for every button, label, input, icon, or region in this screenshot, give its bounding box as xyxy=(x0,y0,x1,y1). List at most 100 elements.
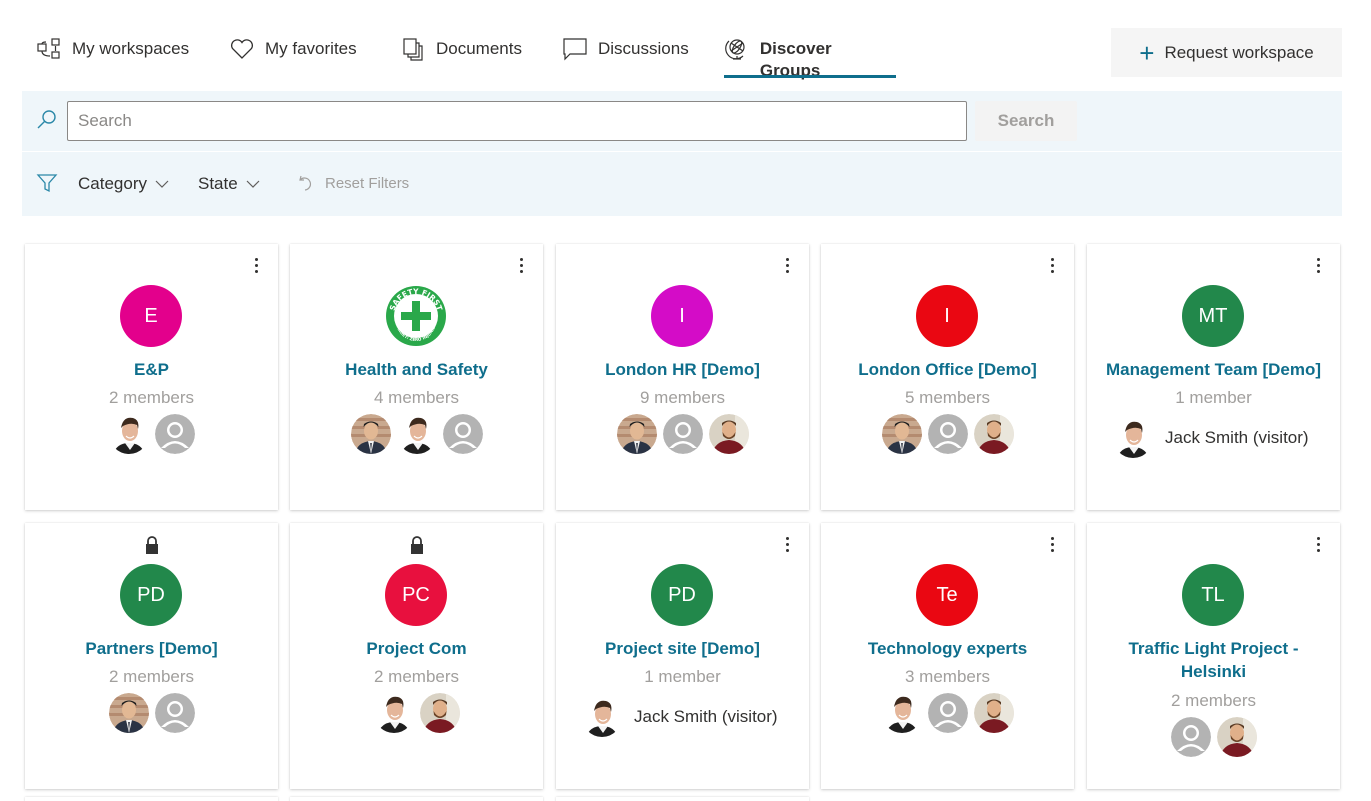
search-button[interactable]: Search xyxy=(975,101,1077,141)
group-card[interactable]: I London Office [Demo] 5 members xyxy=(821,244,1074,510)
more-options-icon xyxy=(1050,257,1054,261)
member-avatar[interactable] xyxy=(881,693,922,733)
nav-tab-discussions[interactable]: Discussions xyxy=(562,38,689,78)
workspaces-icon xyxy=(36,36,62,62)
more-options-icon xyxy=(1050,536,1054,540)
group-title[interactable]: Technology experts xyxy=(829,637,1066,660)
more-options-icon xyxy=(1316,536,1320,540)
group-title[interactable]: London HR [Demo] xyxy=(564,358,801,381)
member-avatar[interactable] xyxy=(708,414,749,454)
group-title[interactable]: Management Team [Demo] xyxy=(1095,358,1332,381)
group-initials: I xyxy=(944,304,950,327)
state-dropdown[interactable]: State xyxy=(198,174,260,194)
member-count: 9 members xyxy=(639,388,726,407)
more-options-icon-dot xyxy=(1316,263,1320,267)
more-options-icon-dot xyxy=(1050,269,1054,273)
group-card[interactable]: PC Project Com 2 members xyxy=(290,523,543,789)
group-initials: PC xyxy=(402,583,430,606)
member-avatar[interactable] xyxy=(973,414,1014,454)
member-avatar[interactable] xyxy=(373,693,414,733)
group-title[interactable]: London Office [Demo] xyxy=(829,358,1066,381)
group-logo[interactable]: Te xyxy=(916,564,978,626)
group-card[interactable]: I London HR [Demo] 9 members xyxy=(556,244,809,510)
nav-tab-discover-groups[interactable]: Discover Groups xyxy=(724,38,896,80)
state-label: State xyxy=(198,174,238,193)
request-workspace-button[interactable]: + Request workspace xyxy=(1111,28,1342,77)
group-logo[interactable]: MT xyxy=(1182,285,1244,347)
member-avatar[interactable] xyxy=(154,693,195,733)
member-avatar[interactable] xyxy=(881,414,922,454)
group-card[interactable]: Te Technology experts 3 members xyxy=(821,523,1074,789)
more-options-button[interactable] xyxy=(1044,254,1060,276)
group-logo[interactable]: SAFETY FIRST TARGET: ZERO INJURIES xyxy=(385,285,447,347)
group-card[interactable]: PD Partners [Demo] 2 members xyxy=(25,523,278,789)
member-avatars xyxy=(1087,717,1340,757)
more-options-button[interactable] xyxy=(779,533,795,555)
group-card[interactable]: SAFETY FIRST TARGET: ZERO INJURIES Health … xyxy=(290,244,543,510)
group-logo[interactable]: PD xyxy=(651,564,713,626)
member-avatar[interactable] xyxy=(350,414,391,454)
member-avatar[interactable] xyxy=(442,414,483,454)
more-options-button[interactable] xyxy=(248,254,264,276)
member-avatars xyxy=(25,414,278,454)
reset-filters-button[interactable]: Reset Filters xyxy=(297,174,409,192)
search-icon xyxy=(36,109,58,131)
member-avatar[interactable] xyxy=(1170,717,1211,757)
member-avatar[interactable] xyxy=(396,414,437,454)
member-avatar[interactable] xyxy=(662,414,703,454)
group-title[interactable]: Project Com xyxy=(298,637,535,660)
group-title[interactable]: Partners [Demo] xyxy=(33,637,270,660)
more-options-button[interactable] xyxy=(1310,533,1326,555)
group-card[interactable]: E E&P 2 members xyxy=(25,244,278,510)
member-avatars xyxy=(556,414,809,454)
group-title[interactable]: Project site [Demo] xyxy=(564,637,801,660)
more-options-button[interactable] xyxy=(1044,533,1060,555)
more-options-button[interactable] xyxy=(1310,254,1326,276)
member-avatar[interactable] xyxy=(582,697,622,737)
group-logo[interactable]: PC xyxy=(385,564,447,626)
member-avatar[interactable] xyxy=(108,693,149,733)
more-options-icon-dot xyxy=(254,269,258,273)
visitor-member[interactable]: Jack Smith (visitor) xyxy=(582,697,778,737)
group-card[interactable]: PD Project site [Demo] 1 member Jack Smith … xyxy=(556,523,809,789)
chevron-down-icon xyxy=(155,180,169,188)
more-options-button[interactable] xyxy=(779,254,795,276)
group-logo[interactable]: TL xyxy=(1182,564,1244,626)
group-title[interactable]: Health and Safety xyxy=(298,358,535,381)
member-avatar[interactable] xyxy=(1113,418,1153,458)
member-avatar[interactable] xyxy=(616,414,657,454)
member-avatar[interactable] xyxy=(927,693,968,733)
group-logo[interactable]: I xyxy=(916,285,978,347)
group-card-partial xyxy=(290,797,543,801)
group-card[interactable]: TL Traffic Light Project - Helsinki 2 memb… xyxy=(1087,523,1340,789)
member-count: 2 members xyxy=(108,667,195,686)
member-avatar[interactable] xyxy=(973,693,1014,733)
group-logo[interactable]: I xyxy=(651,285,713,347)
group-title[interactable]: E&P xyxy=(33,358,270,381)
member-avatar[interactable] xyxy=(927,414,968,454)
nav-tab-my-favorites[interactable]: My favorites xyxy=(229,38,357,78)
documents-icon xyxy=(400,36,426,62)
group-title[interactable]: Traffic Light Project - Helsinki xyxy=(1095,637,1332,683)
more-options-icon xyxy=(1316,257,1320,261)
category-dropdown[interactable]: Category xyxy=(78,174,169,194)
group-logo[interactable]: E xyxy=(120,285,182,347)
member-avatar[interactable] xyxy=(1216,717,1257,757)
more-options-icon xyxy=(254,257,258,261)
search-input[interactable] xyxy=(67,101,967,141)
member-avatars xyxy=(821,693,1074,733)
more-options-icon-dot xyxy=(1050,548,1054,552)
nav-tab-label: Documents xyxy=(436,39,522,58)
member-avatar[interactable] xyxy=(419,693,460,733)
top-navigation: My workspaces My favorites Documents Dis… xyxy=(0,0,1371,90)
member-avatar[interactable] xyxy=(154,414,195,454)
more-options-button[interactable] xyxy=(513,254,529,276)
group-logo[interactable]: PD xyxy=(120,564,182,626)
group-card[interactable]: MT Management Team [Demo] 1 member Jack Smi… xyxy=(1087,244,1340,510)
nav-tab-documents[interactable]: Documents xyxy=(400,38,522,78)
nav-tab-label: My workspaces xyxy=(72,39,190,58)
nav-tab-my-workspaces[interactable]: My workspaces xyxy=(36,38,189,78)
group-initials: E xyxy=(144,304,158,327)
visitor-member[interactable]: Jack Smith (visitor) xyxy=(1113,418,1309,458)
member-avatar[interactable] xyxy=(108,414,149,454)
